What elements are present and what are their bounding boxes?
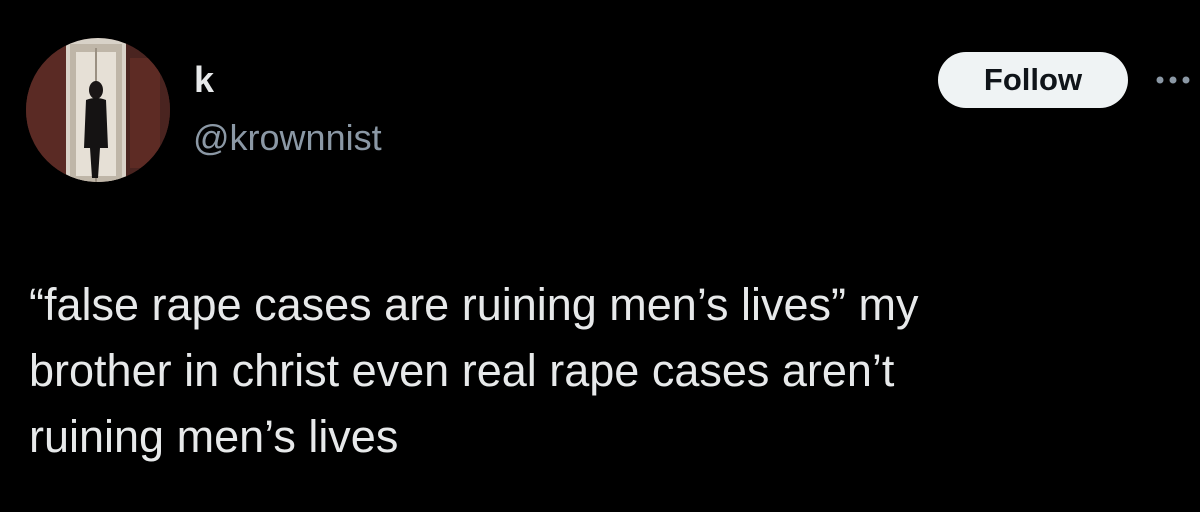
tweet-text-line: ruining men’s lives <box>29 411 399 462</box>
user-handle[interactable]: @krownnist <box>193 116 382 160</box>
avatar-photo <box>26 38 170 182</box>
tweet-card: k @krownnist Follow “false rape cases ar… <box>0 0 1200 512</box>
tweet-text: “false rape cases are ruining men’s live… <box>29 272 1179 470</box>
tweet-text-line: “false rape cases are ruining men’s live… <box>29 279 919 330</box>
more-horizontal-icon[interactable] <box>1154 68 1194 92</box>
avatar[interactable] <box>26 38 170 182</box>
display-name[interactable]: k <box>194 58 214 102</box>
tweet-text-line: brother in christ even real rape cases a… <box>29 345 895 396</box>
follow-button[interactable]: Follow <box>938 52 1128 108</box>
